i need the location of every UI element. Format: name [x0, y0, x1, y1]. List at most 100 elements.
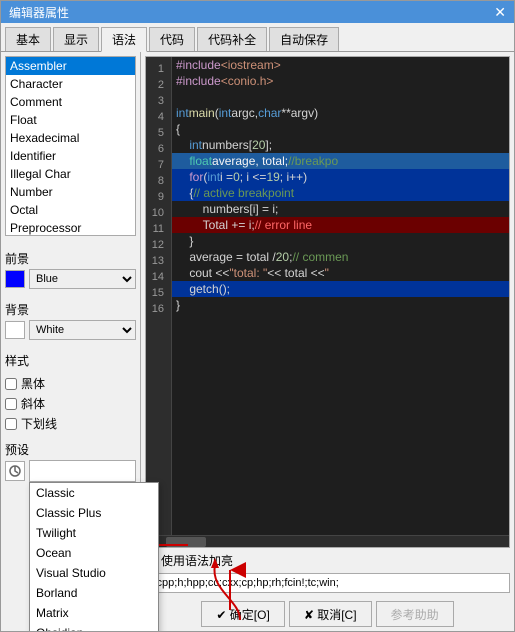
- listbox-item-preprocessor[interactable]: Preprocessor: [6, 219, 135, 236]
- extensions-input[interactable]: [145, 573, 510, 593]
- listbox-item-number[interactable]: Number: [6, 183, 135, 201]
- preset-dropdown-container: Classic Classic Plus Twilight Ocean Visu…: [29, 460, 136, 482]
- code-line-8: for (int i = 0; i <= 19; i++): [172, 169, 509, 185]
- scrollbar-thumb[interactable]: [166, 537, 206, 547]
- code-line-6: int numbers[20];: [172, 137, 509, 153]
- code-lines: #include <iostream> #include <conio.h> i…: [172, 57, 509, 535]
- code-scrollbar[interactable]: [146, 535, 509, 547]
- preset-input[interactable]: [29, 460, 136, 482]
- preset-item-classic[interactable]: Classic: [30, 483, 158, 503]
- code-preview: 1 2 3 4 5 6 7 8 9 10 11 12 13 14: [145, 56, 510, 548]
- code-line-1: #include <iostream>: [172, 57, 509, 73]
- ln-6: 6: [150, 141, 167, 157]
- code-line-15: getch();: [172, 281, 509, 297]
- background-row: White Default Black Red Green Blue Yello…: [5, 320, 136, 340]
- syntax-enhance-row: 使用语法加亮: [145, 552, 510, 569]
- listbox-item-character[interactable]: Character: [6, 75, 135, 93]
- ok-button[interactable]: ✔ 确定[O]: [201, 601, 284, 627]
- ln-4: 4: [150, 109, 167, 125]
- background-select[interactable]: White Default Black Red Green Blue Yello…: [29, 320, 136, 340]
- extensions-row: [145, 573, 510, 593]
- preset-item-obsidian[interactable]: Obsidian: [30, 623, 158, 631]
- preset-label: 预设: [5, 441, 136, 458]
- preset-item-visualstudio[interactable]: Visual Studio: [30, 563, 158, 583]
- style-label: 样式: [5, 352, 136, 369]
- tab-autocomplete[interactable]: 代码补全: [197, 27, 267, 51]
- tab-display[interactable]: 显示: [53, 27, 99, 51]
- ln-3: 3: [150, 93, 167, 109]
- ln-5: 5: [150, 125, 167, 141]
- listbox-item-comment[interactable]: Comment: [6, 93, 135, 111]
- preset-dropdown-list: Classic Classic Plus Twilight Ocean Visu…: [29, 482, 159, 631]
- foreground-row: Blue Default Black White Red Green Yello…: [5, 269, 136, 289]
- listbox-item-assembler[interactable]: Assembler: [6, 57, 135, 75]
- left-panel: Assembler Character Comment Float Hexade…: [1, 52, 141, 631]
- listbox-item-identifier[interactable]: Identifier: [6, 147, 135, 165]
- italic-label: 斜体: [21, 395, 45, 412]
- code-line-2: #include <conio.h>: [172, 73, 509, 89]
- help-button[interactable]: 参考助助: [376, 601, 454, 627]
- syntax-enhance-label: 使用语法加亮: [161, 552, 233, 569]
- listbox-item-float[interactable]: Float: [6, 111, 135, 129]
- preset-item-twilight[interactable]: Twilight: [30, 523, 158, 543]
- ln-12: 12: [150, 237, 167, 253]
- tab-syntax[interactable]: 语法: [101, 27, 147, 52]
- preset-item-borland[interactable]: Borland: [30, 583, 158, 603]
- tab-autosave[interactable]: 自动保存: [269, 27, 339, 51]
- code-line-7: float average, total; //breakpo: [172, 153, 509, 169]
- tab-code[interactable]: 代码: [149, 27, 195, 51]
- preset-icon: [5, 461, 25, 481]
- close-button[interactable]: ✕: [494, 4, 506, 21]
- buttons-row: ✔ 确定[O] ✘ 取消[C] 参考助助: [145, 601, 510, 627]
- ln-14: 14: [150, 269, 167, 285]
- background-label: 背景: [5, 301, 136, 318]
- ln-11: 11: [150, 221, 167, 237]
- code-line-10: numbers[i] = i;: [172, 201, 509, 217]
- cancel-button[interactable]: ✘ 取消[C]: [289, 601, 372, 627]
- tab-basic[interactable]: 基本: [5, 27, 51, 51]
- code-line-12: }: [172, 233, 509, 249]
- preset-item-classicplus[interactable]: Classic Plus: [30, 503, 158, 523]
- style-section: 黑体 斜体 下划线: [5, 375, 136, 435]
- foreground-color-box: [5, 270, 25, 288]
- main-content: Assembler Character Comment Float Hexade…: [1, 52, 514, 631]
- code-line-16: }: [172, 297, 509, 313]
- code-line-4: int main(int argc, char **argv): [172, 105, 509, 121]
- ln-7: 7: [150, 157, 167, 173]
- right-panel: 1 2 3 4 5 6 7 8 9 10 11 12 13 14: [141, 52, 514, 631]
- listbox-item-octal[interactable]: Octal: [6, 201, 135, 219]
- code-scroll[interactable]: 1 2 3 4 5 6 7 8 9 10 11 12 13 14: [146, 57, 509, 535]
- title-bar: 编辑器属性 ✕: [1, 1, 514, 23]
- bold-checkbox[interactable]: [5, 378, 17, 390]
- code-line-5: {: [172, 121, 509, 137]
- ln-2: 2: [150, 77, 167, 93]
- bold-row: 黑体: [5, 375, 136, 392]
- ln-9: 9: [150, 189, 167, 205]
- preset-item-matrix[interactable]: Matrix: [30, 603, 158, 623]
- italic-checkbox[interactable]: [5, 398, 17, 410]
- code-line-13: average = total / 20; // commen: [172, 249, 509, 265]
- preset-row: Classic Classic Plus Twilight Ocean Visu…: [5, 460, 136, 482]
- ln-10: 10: [150, 205, 167, 221]
- underline-label: 下划线: [21, 415, 57, 432]
- syntax-type-listbox[interactable]: Assembler Character Comment Float Hexade…: [5, 56, 136, 236]
- listbox-item-illegalchar[interactable]: Illegal Char: [6, 165, 135, 183]
- ln-1: 1: [150, 61, 167, 77]
- line-numbers: 1 2 3 4 5 6 7 8 9 10 11 12 13 14: [146, 57, 172, 535]
- code-line-14: cout << "total: " << total << ": [172, 265, 509, 281]
- code-line-3: [172, 89, 509, 105]
- ln-15: 15: [150, 285, 167, 301]
- listbox-item-hexadecimal[interactable]: Hexadecimal: [6, 129, 135, 147]
- ln-16: 16: [150, 301, 167, 317]
- code-line-11: Total += i; // error line: [172, 217, 509, 233]
- tab-bar: 基本 显示 语法 代码 代码补全 自动保存: [1, 23, 514, 52]
- background-color-box: [5, 321, 25, 339]
- foreground-select[interactable]: Blue Default Black White Red Green Yello…: [29, 269, 136, 289]
- italic-row: 斜体: [5, 395, 136, 412]
- underline-checkbox[interactable]: [5, 418, 17, 430]
- underline-row: 下划线: [5, 415, 136, 432]
- code-line-9: { // active breakpoint: [172, 185, 509, 201]
- ln-13: 13: [150, 253, 167, 269]
- preset-item-ocean[interactable]: Ocean: [30, 543, 158, 563]
- foreground-label: 前景: [5, 250, 136, 267]
